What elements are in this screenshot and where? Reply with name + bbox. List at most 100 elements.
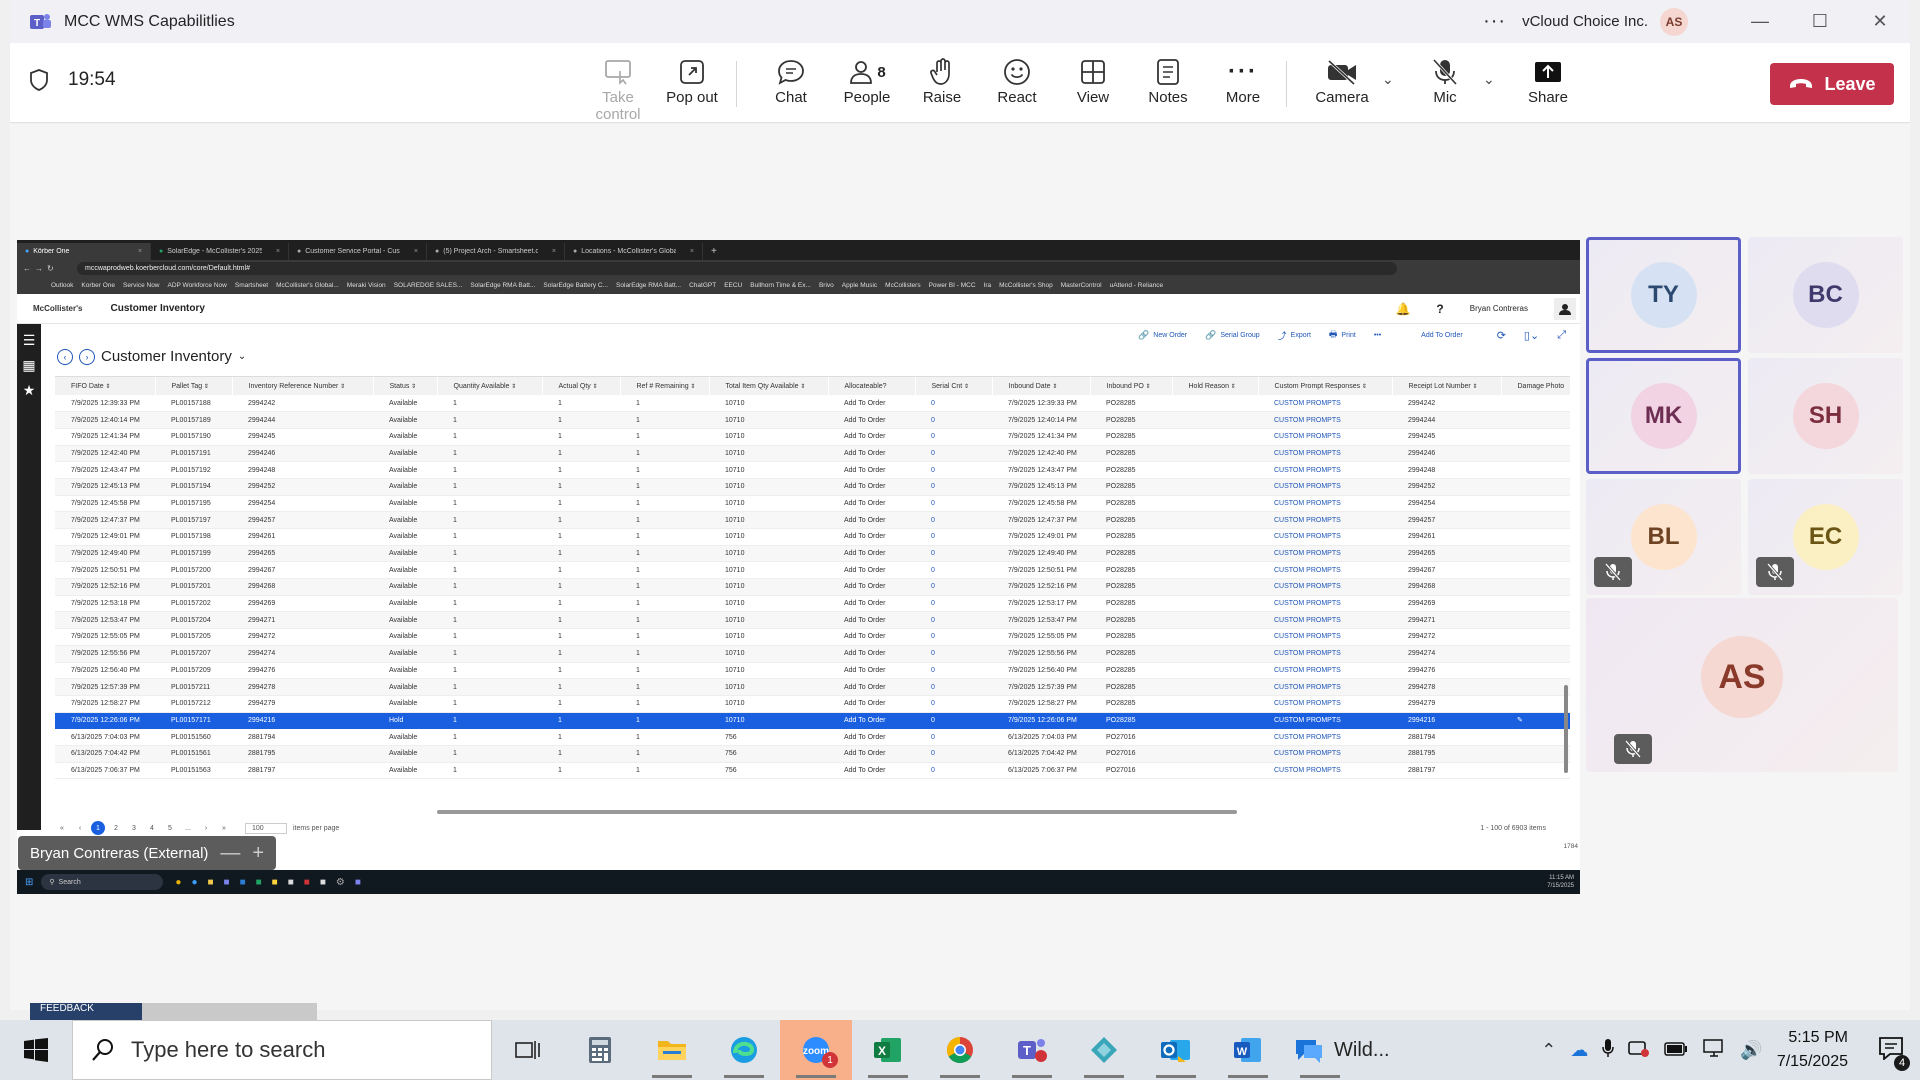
column-header[interactable]: Ref # Remaining ⇕	[620, 377, 710, 395]
edge-app[interactable]	[708, 1020, 780, 1080]
table-row[interactable]: 7/9/2025 12:45:13 PM PL00157194 2994252 Ava…	[55, 478, 1570, 496]
column-header[interactable]: Inventory Reference Number ⇕	[232, 377, 374, 395]
minimize-button[interactable]: —	[1730, 0, 1790, 43]
people-button[interactable]: 8 People	[827, 55, 907, 106]
remote-search-box[interactable]: ⚲ Search	[41, 874, 164, 890]
export-button[interactable]: ⤴ Export	[1278, 329, 1311, 342]
damage-photo-cell[interactable]	[1501, 511, 1570, 529]
table-row[interactable]: 7/9/2025 12:57:39 PM PL00157211 2994278 Ava…	[55, 678, 1570, 696]
bookmark-item[interactable]: Apple Music	[842, 282, 877, 289]
damage-photo-cell[interactable]	[1501, 745, 1570, 763]
damage-photo-cell[interactable]	[1501, 628, 1570, 646]
scroll-thumb[interactable]	[1564, 685, 1568, 773]
tab-close-icon[interactable]: ×	[690, 248, 694, 255]
column-header[interactable]: Inbound Date ⇕	[992, 377, 1091, 395]
damage-photo-cell[interactable]	[1501, 411, 1570, 429]
tab-close-icon[interactable]: ×	[552, 248, 556, 255]
maximize-button[interactable]: ☐	[1790, 0, 1850, 43]
title-chevron-down-icon[interactable]: ⌄	[238, 351, 246, 362]
url-field[interactable]: mccwaprodweb.koerbercloud.com/core/Defau…	[77, 262, 1397, 275]
bookmark-item[interactable]: McCollister's Shop	[999, 282, 1053, 289]
table-cell[interactable]: 0	[915, 428, 992, 446]
column-header[interactable]: Custom Prompt Responses ⇕	[1258, 377, 1393, 395]
browser-tab[interactable]: ● SolarEdge - McCollister's 2025 ×	[151, 243, 289, 260]
user-icon[interactable]	[1554, 297, 1576, 320]
camera-button[interactable]: Camera	[1302, 55, 1382, 106]
damage-photo-cell[interactable]	[1501, 662, 1570, 680]
close-button[interactable]: ✕	[1850, 0, 1910, 43]
serial-group-button[interactable]: 🔗 Serial Group	[1205, 330, 1260, 341]
damage-photo-cell[interactable]	[1501, 728, 1570, 746]
refresh-icon[interactable]: ⟳	[1497, 329, 1506, 342]
leave-button[interactable]: Leave	[1770, 63, 1894, 105]
table-cell[interactable]: CUSTOM PROMPTS	[1258, 478, 1392, 496]
more-options-icon[interactable]: ···	[1483, 10, 1506, 33]
zoom-out-button[interactable]: —	[220, 842, 240, 865]
table-cell[interactable]: CUSTOM PROMPTS	[1258, 695, 1392, 713]
participant-tile[interactable]: SH	[1748, 358, 1903, 474]
onedrive-icon[interactable]: ☁	[1570, 1040, 1588, 1061]
browser-tab[interactable]: ● Locations - McCollister's Globa ×	[565, 243, 703, 260]
table-cell[interactable]: CUSTOM PROMPTS	[1258, 645, 1392, 663]
damage-photo-cell[interactable]	[1501, 578, 1570, 596]
remote-excel-icon[interactable]: ■	[256, 877, 262, 888]
table-cell[interactable]: CUSTOM PROMPTS	[1258, 762, 1392, 780]
table-cell[interactable]: 0	[915, 578, 992, 596]
column-header[interactable]: Receipt Lot Number ⇕	[1392, 377, 1502, 395]
table-cell[interactable]: 0	[915, 445, 992, 463]
notes-button[interactable]: Notes	[1128, 55, 1208, 106]
word-app[interactable]: W	[1212, 1020, 1284, 1080]
bookmark-item[interactable]: ChatGPT	[689, 282, 716, 289]
table-row[interactable]: 7/9/2025 12:47:37 PM PL00157197 2994257 Ava…	[55, 511, 1570, 529]
table-row[interactable]: 6/13/2025 7:04:42 PM PL00151561 2881795 Ava…	[55, 745, 1570, 763]
calculator-app[interactable]	[564, 1020, 636, 1080]
bookmark-item[interactable]: Korber One	[81, 282, 115, 289]
apps-grid-icon[interactable]: ▦	[17, 357, 41, 374]
start-button[interactable]	[0, 1038, 72, 1062]
bookmark-item[interactable]: Bullhorn Time & Ex...	[750, 282, 811, 289]
table-row[interactable]: 7/9/2025 12:39:33 PM PL00157188 2994242 Ava…	[55, 395, 1570, 413]
bookmark-item[interactable]: Outlook	[51, 282, 73, 289]
new-order-button[interactable]: 🔗 New Order	[1138, 330, 1187, 341]
page-number[interactable]: 2	[109, 821, 123, 835]
column-header[interactable]: Quantity Available ⇕	[437, 377, 543, 395]
first-page-icon[interactable]: «	[55, 821, 69, 835]
table-cell[interactable]: 0	[915, 595, 992, 613]
table-cell[interactable]: 0	[915, 561, 992, 580]
table-cell[interactable]: CUSTOM PROMPTS	[1258, 461, 1392, 479]
page-number[interactable]: 1	[91, 821, 105, 835]
browser-nav-icons[interactable]: ←→↻	[23, 264, 58, 273]
per-page-select[interactable]: 100	[245, 822, 287, 834]
app-diamond[interactable]	[1068, 1020, 1140, 1080]
share-button[interactable]: Share	[1508, 55, 1588, 106]
grid-horizontal-scrollbar[interactable]	[437, 810, 1237, 814]
browser-tab[interactable]: ● Körber One ×	[17, 243, 151, 260]
remote-edge-icon[interactable]: ●	[191, 877, 197, 888]
damage-photo-cell[interactable]	[1501, 645, 1570, 663]
damage-photo-cell[interactable]	[1501, 495, 1570, 513]
excel-app[interactable]: X	[852, 1020, 924, 1080]
table-cell[interactable]: 0	[915, 662, 992, 680]
bookmark-item[interactable]: Smartsheet	[235, 282, 268, 289]
remote-app-icon[interactable]: ■	[288, 877, 294, 888]
participant-tile[interactable]: MK	[1586, 358, 1741, 474]
bookmark-item[interactable]: McCollister's Global...	[276, 282, 339, 289]
table-cell[interactable]: 0	[915, 511, 992, 529]
bookmark-item[interactable]: Meraki Vision	[347, 282, 386, 289]
back-icon[interactable]: ‹	[57, 348, 73, 365]
page-number[interactable]: ...	[181, 821, 195, 835]
feedback-tab[interactable]: FEEDBACK	[30, 1003, 142, 1020]
react-button[interactable]: React	[977, 55, 1057, 106]
table-row[interactable]: 7/9/2025 12:49:40 PM PL00157199 2994265 Ava…	[55, 545, 1570, 563]
table-row[interactable]: 7/9/2025 12:43:47 PM PL00157192 2994248 Ava…	[55, 461, 1570, 479]
table-cell[interactable]: CUSTOM PROMPTS	[1258, 528, 1392, 546]
table-row[interactable]: 7/9/2025 12:26:06 PM PL00157171 2994216 Hol…	[55, 712, 1570, 730]
notifications-button[interactable]: 4	[1878, 1036, 1910, 1071]
table-row[interactable]: 7/9/2025 12:53:18 PM PL00157202 2994269 Ava…	[55, 595, 1570, 613]
forward-icon[interactable]: ›	[79, 348, 95, 365]
table-cell[interactable]: CUSTOM PROMPTS	[1258, 428, 1392, 446]
more-actions-button[interactable]: •••	[1374, 332, 1381, 339]
teams-app[interactable]: T	[996, 1020, 1068, 1080]
table-cell[interactable]: CUSTOM PROMPTS	[1258, 678, 1392, 696]
column-header[interactable]: Actual Qty ⇕	[542, 377, 621, 395]
